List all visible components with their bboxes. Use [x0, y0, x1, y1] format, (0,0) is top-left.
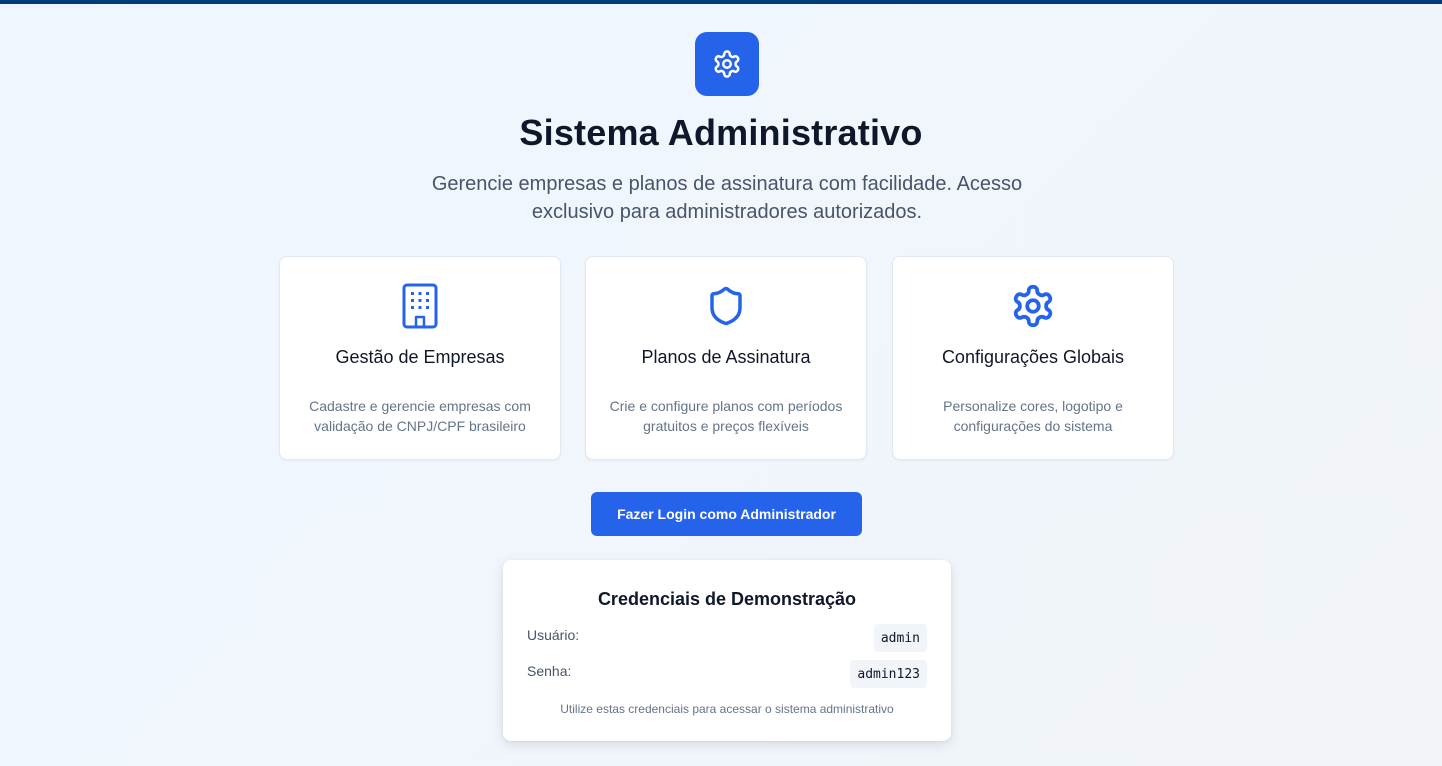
feature-card-configuracoes: Configurações Globais Personalize cores,…: [892, 256, 1174, 460]
feature-title: Configurações Globais: [941, 347, 1125, 367]
gear-icon: [695, 32, 759, 96]
feature-description: Crie e configure planos com períodos gra…: [609, 398, 843, 434]
feature-title: Planos de Assinatura: [641, 347, 811, 367]
feature-description: Personalize cores, logotipo e configuraç…: [943, 398, 1123, 434]
top-accent-bar: [0, 0, 1442, 4]
password-label: Senha:: [527, 663, 572, 679]
user-label: Usuário:: [527, 627, 580, 643]
feature-description: Cadastre e gerencie empresas com validaç…: [309, 398, 531, 434]
credentials-note: Utilize estas credenciais para acessar o…: [560, 702, 894, 716]
feature-title: Gestão de Empresas: [335, 347, 505, 367]
page-subtitle: Gerencie empresas e planos de assinatura…: [431, 173, 1023, 223]
credentials-title: Credenciais de Demonstração: [597, 589, 857, 609]
gear-icon: [893, 283, 1173, 329]
password-value: admin123: [850, 660, 927, 688]
demo-credentials-card: Credenciais de Demonstração Usuário: adm…: [503, 560, 951, 741]
admin-login-button[interactable]: Fazer Login como Administrador: [591, 492, 862, 536]
feature-card-planos: Planos de Assinatura Crie e configure pl…: [585, 256, 867, 460]
shield-icon: [586, 283, 866, 329]
page-title: Sistema Administrativo: [519, 112, 923, 153]
building-icon: [280, 283, 560, 329]
user-value: admin: [873, 624, 927, 652]
feature-card-empresas: Gestão de Empresas Cadastre e gerencie e…: [279, 256, 561, 460]
